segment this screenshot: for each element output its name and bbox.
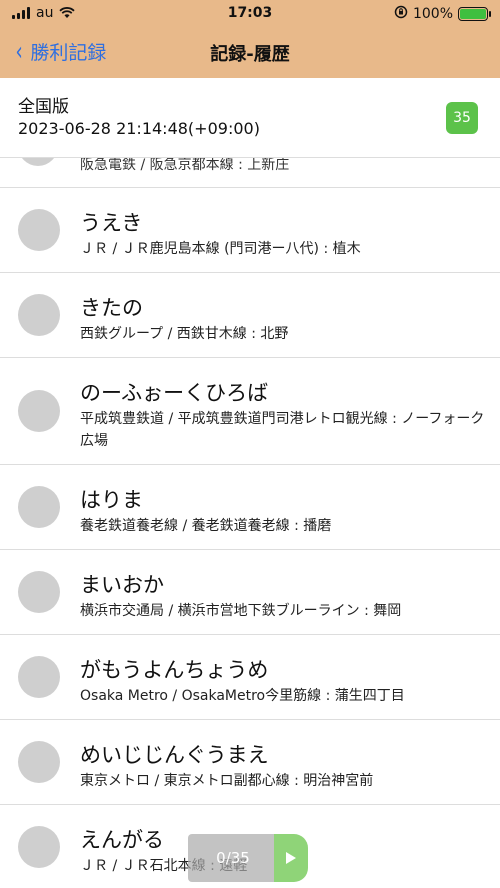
rotation-lock-icon [394, 5, 408, 23]
list-item-sub: 養老鉄道養老線 / 養老鉄道養老線 : 播磨 [80, 518, 332, 534]
edition-label: 全国版 [18, 97, 69, 117]
list-item[interactable]: きたの 西鉄グループ / 西鉄甘木線 : 北野 [0, 273, 500, 358]
list-item[interactable]: 阪急電鉄 / 阪急京都本線 : 上新庄 [0, 158, 500, 188]
status-circle [18, 656, 60, 698]
status-circle [18, 209, 60, 251]
page-title: 記録-履歴 [210, 44, 290, 65]
history-header: 全国版 2023-06-28 21:14:48(+09:00) 35 [0, 78, 500, 158]
battery-icon [458, 7, 491, 21]
list-item-title: きたの [80, 296, 143, 320]
list-item-sub: Osaka Metro / OsakaMetro今里筋線 : 蒲生四丁目 [80, 688, 405, 704]
list-item-sub: 阪急電鉄 / 阪急京都本線 : 上新庄 [80, 158, 290, 173]
list-item[interactable]: のーふぉーくひろば 平成筑豊鉄道 / 平成筑豊鉄道門司港レトロ観光線 : ノーフ… [0, 358, 500, 465]
list-item-title: めいじじんぐうまえ [80, 743, 269, 767]
play-icon [285, 851, 297, 865]
list-item-sub: 平成筑豊鉄道 / 平成筑豊鉄道門司港レトロ観光線 : ノーフォーク広場 [80, 411, 485, 449]
status-circle [18, 390, 60, 432]
status-circle [18, 741, 60, 783]
top-bar: au 17:03 100% ‹ 勝利記録 記録-履歴 [0, 0, 500, 78]
station-list[interactable]: 阪急電鉄 / 阪急京都本線 : 上新庄 うえき ＪＲ / ＪＲ鹿児島本線 (門司… [0, 158, 500, 888]
status-bar: au 17:03 100% [0, 0, 500, 28]
status-circle [18, 294, 60, 336]
count-badge: 35 [446, 102, 478, 134]
status-circle [18, 486, 60, 528]
list-item-sub: 東京メトロ / 東京メトロ副都心線 : 明治神宮前 [80, 773, 374, 789]
status-circle [18, 158, 58, 166]
status-circle [18, 826, 60, 868]
list-item-title: がもうよんちょうめ [80, 658, 269, 682]
list-item[interactable]: がもうよんちょうめ Osaka Metro / OsakaMetro今里筋線 :… [0, 635, 500, 720]
list-item-sub: ＪＲ / ＪＲ鹿児島本線 (門司港ー八代) : 植木 [80, 241, 361, 257]
list-item-sub: 西鉄グループ / 西鉄甘木線 : 北野 [80, 326, 289, 342]
list-item[interactable]: まいおか 横浜市交通局 / 横浜市営地下鉄ブルーライン : 舞岡 [0, 550, 500, 635]
list-item[interactable]: はりま 養老鉄道養老線 / 養老鉄道養老線 : 播磨 [0, 465, 500, 550]
list-item-title: うえき [80, 211, 143, 235]
list-item[interactable]: めいじじんぐうまえ 東京メトロ / 東京メトロ副都心線 : 明治神宮前 [0, 720, 500, 805]
progress-toast: 0/35 [188, 834, 278, 882]
status-circle [18, 571, 60, 613]
status-right: 100% [394, 5, 491, 23]
battery-percent: 100% [412, 6, 453, 22]
list-item-sub: 横浜市交通局 / 横浜市営地下鉄ブルーライン : 舞岡 [80, 603, 402, 619]
list-item-title: のーふぉーくひろば [80, 381, 269, 405]
list-item[interactable]: うえき ＪＲ / ＪＲ鹿児島本線 (門司港ー八代) : 植木 [0, 188, 500, 273]
list-item-title: まいおか [80, 573, 164, 597]
record-datetime: 2023-06-28 21:14:48(+09:00) [18, 119, 260, 138]
navigation-bar: ‹ 勝利記録 記録-履歴 [0, 28, 500, 78]
list-item-title: はりま [80, 488, 143, 512]
play-button[interactable] [274, 834, 308, 882]
